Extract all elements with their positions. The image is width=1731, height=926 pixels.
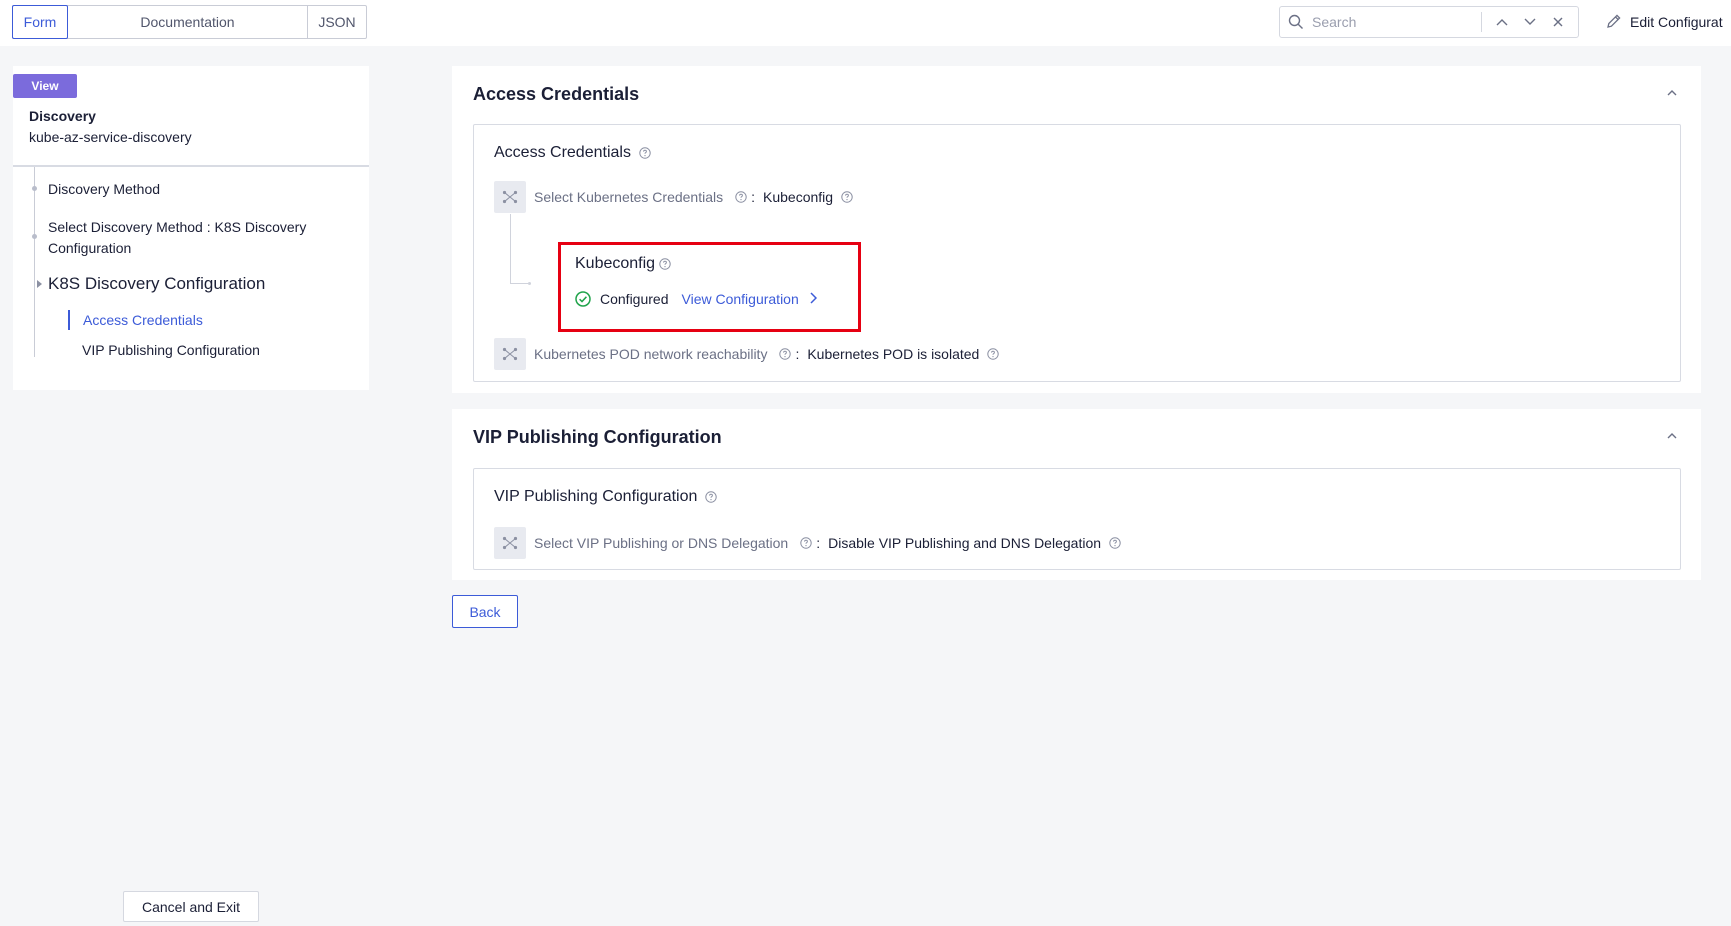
field-label: Select VIP Publishing or DNS Delegation	[534, 535, 789, 551]
check-circle-icon	[575, 291, 591, 307]
field-value: Kubeconfig	[763, 189, 834, 205]
kubeconfig-status: Configured View Configuration	[575, 291, 817, 307]
sidebar-divider	[13, 165, 369, 167]
tree-connector	[510, 283, 528, 284]
pencil-icon	[1606, 13, 1622, 32]
access-credentials-section: Access Credentials Access Credentials Se…	[452, 66, 1701, 393]
field-type-icon	[494, 338, 526, 370]
chevron-up-icon[interactable]	[1665, 429, 1679, 443]
cancel-and-exit-button[interactable]: Cancel and Exit	[123, 891, 259, 922]
search-navigation	[1481, 12, 1578, 32]
tab-json[interactable]: JSON	[308, 6, 366, 38]
sidebar-subtitle: kube-az-service-discovery	[29, 129, 192, 145]
pod-network-reachability-field: Kubernetes POD network reachability : Ku…	[494, 338, 1000, 370]
help-icon[interactable]	[659, 258, 671, 270]
chevron-up-icon[interactable]	[1492, 12, 1512, 32]
tree-dot	[32, 186, 37, 191]
tree-connector	[34, 167, 35, 357]
section-title: VIP Publishing Configuration	[473, 427, 722, 447]
tree-connector	[510, 214, 511, 283]
search-input[interactable]: Search	[1312, 14, 1481, 30]
chevron-down-icon[interactable]	[1520, 12, 1540, 32]
field-label: Kubernetes POD network reachability	[534, 346, 768, 362]
close-icon[interactable]	[1548, 12, 1568, 32]
sidebar-item-k8s-discovery-configuration[interactable]: K8S Discovery Configuration	[48, 273, 265, 294]
top-toolbar: Form Documentation JSON Search Edit Conf…	[0, 0, 1731, 46]
kubeconfig-title-text: Kubeconfig	[575, 255, 656, 272]
field-value: Disable VIP Publishing and DNS Delegatio…	[828, 535, 1102, 551]
kubernetes-credentials-field: Select Kubernetes Credentials : Kubeconf…	[494, 181, 853, 213]
help-icon[interactable]	[841, 191, 853, 203]
field-type-icon	[494, 527, 526, 559]
tree-dot	[528, 282, 531, 285]
field-separator: :	[795, 346, 800, 362]
vip-publishing-section: VIP Publishing Configuration VIP Publish…	[452, 409, 1701, 580]
tab-documentation[interactable]: Documentation	[68, 6, 308, 38]
panel-title-text: VIP Publishing Configuration	[494, 488, 698, 505]
kubeconfig-title: Kubeconfig	[575, 255, 671, 273]
view-badge: View	[13, 74, 77, 98]
field-label: Select Kubernetes Credentials	[534, 189, 724, 205]
back-button[interactable]: Back	[452, 595, 518, 628]
sidebar-panel: View Discovery kube-az-service-discovery…	[13, 66, 369, 390]
section-title: Access Credentials	[473, 84, 640, 104]
help-icon[interactable]	[639, 147, 651, 159]
caret-right-icon	[37, 280, 42, 288]
view-configuration-label: View Configuration	[681, 291, 799, 307]
sidebar-title: Discovery	[29, 108, 96, 124]
chevron-right-icon	[809, 291, 817, 307]
access-credentials-panel: Access Credentials Select Kubernetes Cre…	[473, 124, 1681, 382]
field-type-icon	[494, 181, 526, 213]
search-box[interactable]: Search	[1279, 6, 1579, 38]
help-icon[interactable]	[779, 348, 792, 360]
help-icon[interactable]	[1109, 537, 1121, 549]
help-icon[interactable]	[987, 348, 1000, 360]
sidebar-subitem-vip-publishing[interactable]: VIP Publishing Configuration	[69, 340, 260, 360]
edit-configuration-button[interactable]: Edit Configurat	[1606, 10, 1723, 34]
sidebar-item-discovery-method[interactable]: Discovery Method	[48, 179, 160, 200]
kubeconfig-card: Kubeconfig Configured View Configuration	[558, 242, 861, 332]
search-icon	[1280, 7, 1312, 37]
sidebar-subitem-access-credentials[interactable]: Access Credentials	[68, 310, 203, 330]
status-text: Configured	[600, 291, 669, 307]
tab-form[interactable]: Form	[12, 5, 68, 39]
vip-publishing-panel: VIP Publishing Configuration Select VIP …	[473, 468, 1681, 570]
field-value: Kubernetes POD is isolated	[807, 346, 980, 362]
tree-dot	[32, 234, 37, 239]
view-configuration-link[interactable]: View Configuration	[682, 291, 817, 307]
panel-title: Access Credentials	[494, 144, 651, 162]
panel-title: VIP Publishing Configuration	[494, 488, 718, 506]
sidebar-item-select-discovery-method[interactable]: Select Discovery Method : K8S Discovery …	[48, 217, 338, 259]
edit-configuration-label: Edit Configurat	[1630, 14, 1723, 30]
vip-publishing-field: Select VIP Publishing or DNS Delegation …	[494, 527, 1121, 559]
field-separator: :	[816, 535, 821, 551]
field-separator: :	[751, 189, 755, 205]
view-mode-tabs: Form Documentation JSON	[12, 5, 367, 39]
panel-title-text: Access Credentials	[494, 144, 631, 161]
help-icon[interactable]	[800, 537, 812, 549]
chevron-up-icon[interactable]	[1665, 86, 1679, 100]
help-icon[interactable]	[705, 491, 718, 503]
help-icon[interactable]	[735, 191, 747, 203]
